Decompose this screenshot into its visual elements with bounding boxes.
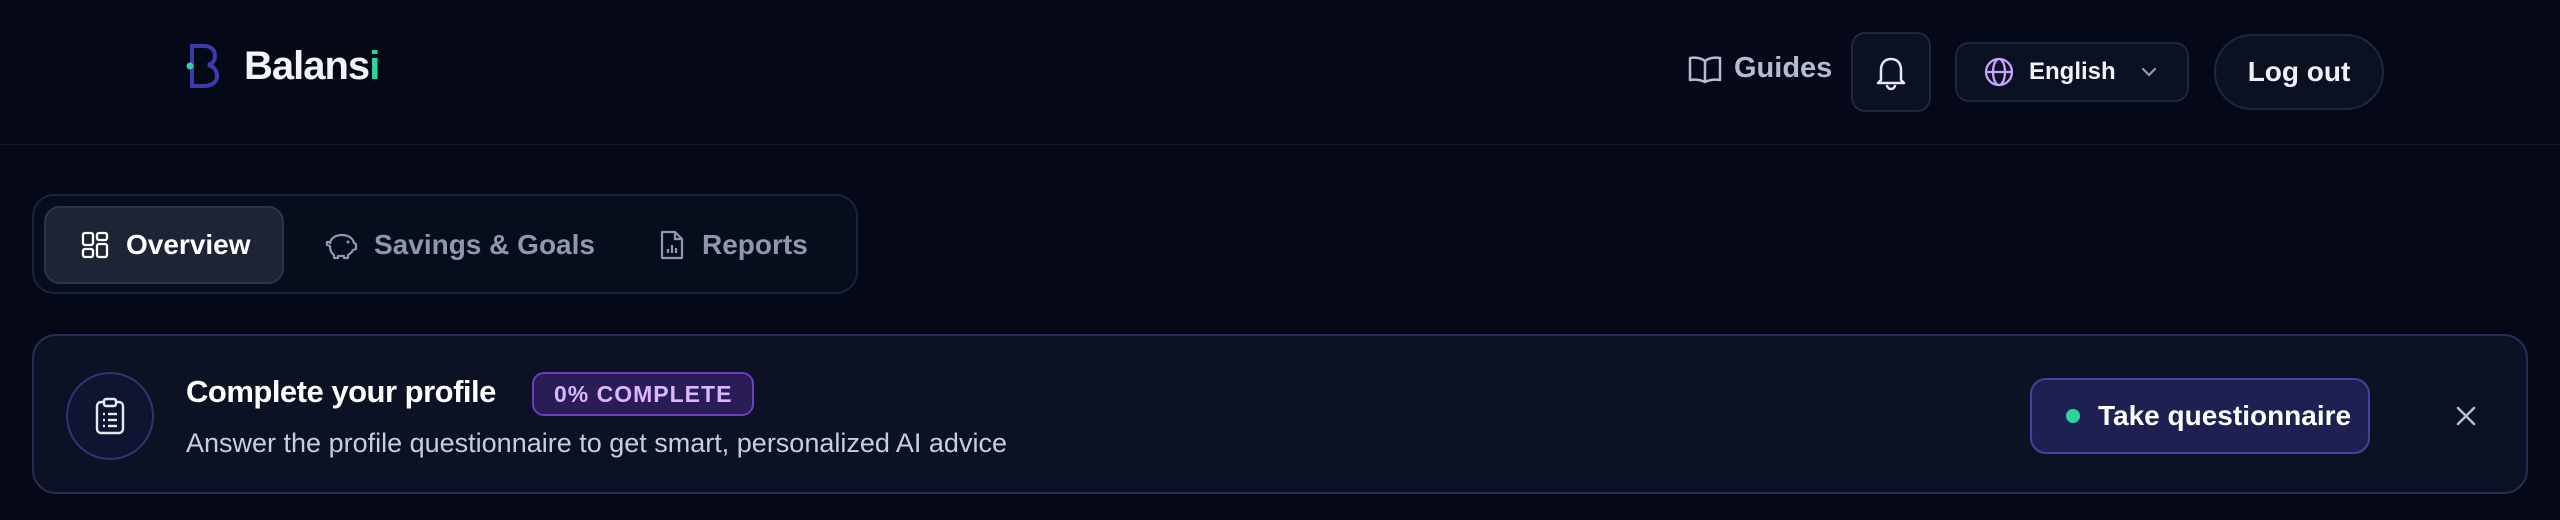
logo-text: Balansi (244, 43, 380, 89)
piggy-bank-icon (325, 233, 358, 260)
report-file-icon (660, 230, 684, 260)
chevron-down-icon (2141, 67, 2156, 77)
banner-title: Complete your profile (186, 374, 496, 409)
logo-b-icon (186, 44, 220, 88)
close-banner-button[interactable] (2444, 394, 2488, 438)
main-tabs: Overview Savings & Goals Reports (32, 194, 858, 294)
profile-completion-banner: Complete your profile 0% COMPLETE Answer… (32, 334, 2528, 494)
tab-savings-goals[interactable]: Savings & Goals (324, 206, 614, 284)
book-open-icon (1688, 55, 1722, 83)
logout-button[interactable]: Log out (2214, 34, 2384, 110)
tab-overview-label: Overview (126, 229, 251, 260)
status-dot-icon (2066, 409, 2080, 423)
tab-overview[interactable]: Overview (44, 206, 284, 284)
dashboard-icon (81, 231, 109, 259)
tab-reports-label: Reports (702, 229, 808, 260)
close-icon (2456, 406, 2476, 426)
top-navigation-bar: Balansi Guides English Log out (0, 0, 2560, 145)
banner-subtitle: Answer the profile questionnaire to get … (186, 428, 1007, 458)
tab-savings-goals-label: Savings & Goals (374, 229, 595, 260)
guides-label: Guides (1734, 52, 1833, 84)
take-questionnaire-button[interactable]: Take questionnaire (2030, 378, 2370, 454)
bell-icon (1876, 57, 1906, 91)
guides-link[interactable]: Guides (1688, 52, 1832, 85)
logo-text-mid: alans (271, 43, 370, 88)
app-logo[interactable]: Balansi (182, 42, 380, 90)
tab-reports[interactable]: Reports (658, 206, 838, 284)
logo-text-accent: i (369, 43, 380, 88)
completion-badge: 0% COMPLETE (532, 372, 755, 416)
language-label: English (2029, 58, 2116, 85)
clipboard-icon (66, 372, 154, 460)
globe-icon (1984, 57, 2014, 87)
logo-text-first: B (244, 43, 273, 88)
notifications-button[interactable] (1851, 32, 1931, 112)
language-selector[interactable]: English (1955, 42, 2189, 102)
take-questionnaire-label: Take questionnaire (2098, 400, 2352, 431)
